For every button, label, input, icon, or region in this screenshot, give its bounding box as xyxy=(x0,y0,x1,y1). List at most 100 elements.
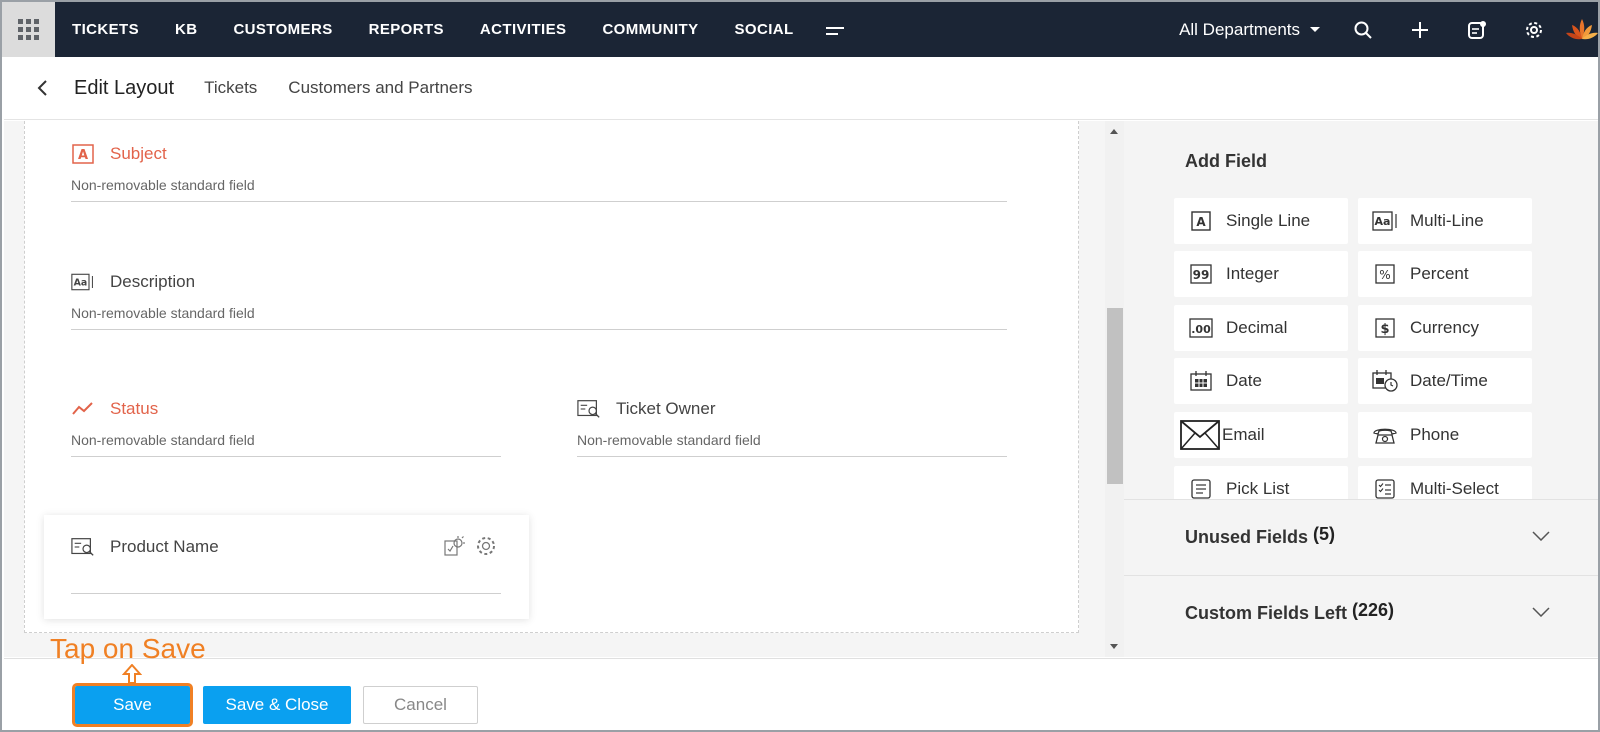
pick-list-icon xyxy=(1188,477,1214,501)
field-note: Non-removable standard field xyxy=(71,177,255,193)
nav-social[interactable]: SOCIAL xyxy=(735,21,794,38)
add-field-title: Add Field xyxy=(1185,151,1267,171)
svg-text:A: A xyxy=(78,148,88,163)
save-and-close-button[interactable]: Save & Close xyxy=(203,686,351,724)
field-status[interactable]: Status Non-removable standard field xyxy=(71,396,501,457)
calendar-icon xyxy=(1188,369,1214,393)
single-line-icon: A xyxy=(1188,209,1214,233)
lookup-icon xyxy=(71,536,95,558)
chevron-down-icon[interactable] xyxy=(1532,604,1550,622)
field-subject[interactable]: A Subject Non-removable standard field xyxy=(71,141,1007,202)
svg-text:.00: .00 xyxy=(1191,323,1211,336)
svg-text:A: A xyxy=(1196,215,1206,229)
nav-activities[interactable]: ACTIVITIES xyxy=(480,21,567,38)
field-ticket-owner[interactable]: Ticket Owner Non-removable standard fiel… xyxy=(577,396,1007,457)
back-arrow-icon[interactable] xyxy=(32,78,52,98)
tile-date[interactable]: Date xyxy=(1174,358,1348,404)
multi-line-icon: Aa xyxy=(71,271,95,293)
tile-phone[interactable]: Phone xyxy=(1358,412,1532,458)
accordion-custom-fields-left[interactable]: Custom Fields Left (226) xyxy=(1124,575,1598,651)
divider xyxy=(71,593,501,594)
tile-multi-line[interactable]: Aa Multi-Line xyxy=(1358,198,1532,244)
status-trend-icon xyxy=(71,398,95,420)
svg-text:99: 99 xyxy=(1193,268,1210,282)
tile-single-line[interactable]: A Single Line xyxy=(1174,198,1348,244)
tile-integer[interactable]: 99 Integer xyxy=(1174,251,1348,297)
svg-text:%: % xyxy=(1379,268,1390,282)
apps-menu-button[interactable] xyxy=(2,2,55,57)
decimal-icon: .00 xyxy=(1188,316,1214,340)
tile-currency[interactable]: $ Currency xyxy=(1358,305,1532,351)
field-settings-gear-icon[interactable] xyxy=(475,535,497,557)
svg-text:Aa: Aa xyxy=(74,277,88,288)
caret-down-icon xyxy=(1310,27,1320,32)
scroll-up-icon[interactable] xyxy=(1110,129,1118,134)
field-label: Product Name xyxy=(110,537,219,556)
scroll-down-icon[interactable] xyxy=(1110,644,1118,649)
nav-reports[interactable]: REPORTS xyxy=(369,21,444,38)
search-icon[interactable] xyxy=(1334,2,1391,57)
calendar-clock-icon xyxy=(1372,369,1398,393)
department-select[interactable]: All Departments xyxy=(1179,20,1320,40)
multi-select-icon xyxy=(1372,477,1398,501)
percent-icon: % xyxy=(1372,262,1398,286)
currency-icon: $ xyxy=(1372,316,1398,340)
field-label: Status xyxy=(110,399,159,418)
nav-community[interactable]: COMMUNITY xyxy=(602,21,698,38)
plus-icon[interactable] xyxy=(1391,2,1448,57)
canvas-scrollbar[interactable] xyxy=(1105,121,1124,657)
sub-header: Edit Layout Tickets Customers and Partne… xyxy=(4,57,1598,120)
tile-date-time[interactable]: Date/Time xyxy=(1358,358,1532,404)
accordion-title: Custom Fields Left xyxy=(1185,603,1348,623)
nav-right: All Departments xyxy=(1179,2,1598,57)
svg-text:$: $ xyxy=(1380,322,1389,337)
arrow-up-icon xyxy=(121,663,143,686)
nav-customers[interactable]: CUSTOMERS xyxy=(233,21,332,38)
lookup-icon xyxy=(577,398,601,420)
tile-percent[interactable]: % Percent xyxy=(1358,251,1532,297)
envelope-icon xyxy=(1180,420,1220,450)
cancel-button[interactable]: Cancel xyxy=(363,686,478,724)
more-menu-icon[interactable] xyxy=(825,24,846,36)
multi-line-icon: Aa xyxy=(1372,209,1398,233)
field-note: Non-removable standard field xyxy=(577,432,761,448)
nav-items: TICKETS KB CUSTOMERS REPORTS ACTIVITIES … xyxy=(72,2,846,57)
chevron-down-icon[interactable] xyxy=(1532,528,1550,546)
accordion-count: (5) xyxy=(1313,524,1336,544)
integer-icon: 99 xyxy=(1188,262,1214,286)
single-line-icon: A xyxy=(71,143,95,165)
add-field-panel: Add Field A Single Line Aa Multi-Line 99… xyxy=(1124,121,1598,657)
apps-grid-icon xyxy=(18,19,39,40)
avatar-logo[interactable] xyxy=(1562,10,1598,50)
crumb-tickets[interactable]: Tickets xyxy=(204,78,257,98)
annotation-text: Tap on Save xyxy=(50,633,206,664)
field-rules-icon[interactable] xyxy=(443,535,465,557)
accordion-title: Unused Fields xyxy=(1185,527,1309,547)
notes-icon[interactable] xyxy=(1448,2,1505,57)
field-product-name[interactable]: Product Name xyxy=(44,515,529,619)
nav-tickets[interactable]: TICKETS xyxy=(72,21,139,38)
field-description[interactable]: Aa Description Non-removable standard fi… xyxy=(71,269,1007,330)
divider xyxy=(577,456,1007,457)
divider xyxy=(71,329,1007,330)
accordion-count: (226) xyxy=(1352,600,1395,620)
field-label: Ticket Owner xyxy=(616,399,716,418)
svg-text:Aa: Aa xyxy=(1375,215,1391,228)
tile-decimal[interactable]: .00 Decimal xyxy=(1174,305,1348,351)
accordion-unused-fields[interactable]: Unused Fields (5) xyxy=(1124,499,1598,575)
nav-kb[interactable]: KB xyxy=(175,21,197,38)
layout-section: A Subject Non-removable standard field A… xyxy=(24,121,1079,633)
layout-canvas: A Subject Non-removable standard field A… xyxy=(4,121,1105,657)
phone-icon xyxy=(1372,423,1398,447)
field-label: Description xyxy=(110,272,196,291)
gear-icon[interactable] xyxy=(1505,2,1562,57)
divider xyxy=(71,456,501,457)
scrollbar-thumb[interactable] xyxy=(1107,308,1123,484)
crumb-layout-name[interactable]: Customers and Partners xyxy=(288,78,472,98)
department-label: All Departments xyxy=(1179,19,1300,39)
top-nav: TICKETS KB CUSTOMERS REPORTS ACTIVITIES … xyxy=(2,2,1598,57)
divider xyxy=(71,201,1007,202)
save-button[interactable]: Save xyxy=(72,683,193,727)
field-note: Non-removable standard field xyxy=(71,305,255,321)
tile-email[interactable]: Email xyxy=(1174,412,1348,458)
